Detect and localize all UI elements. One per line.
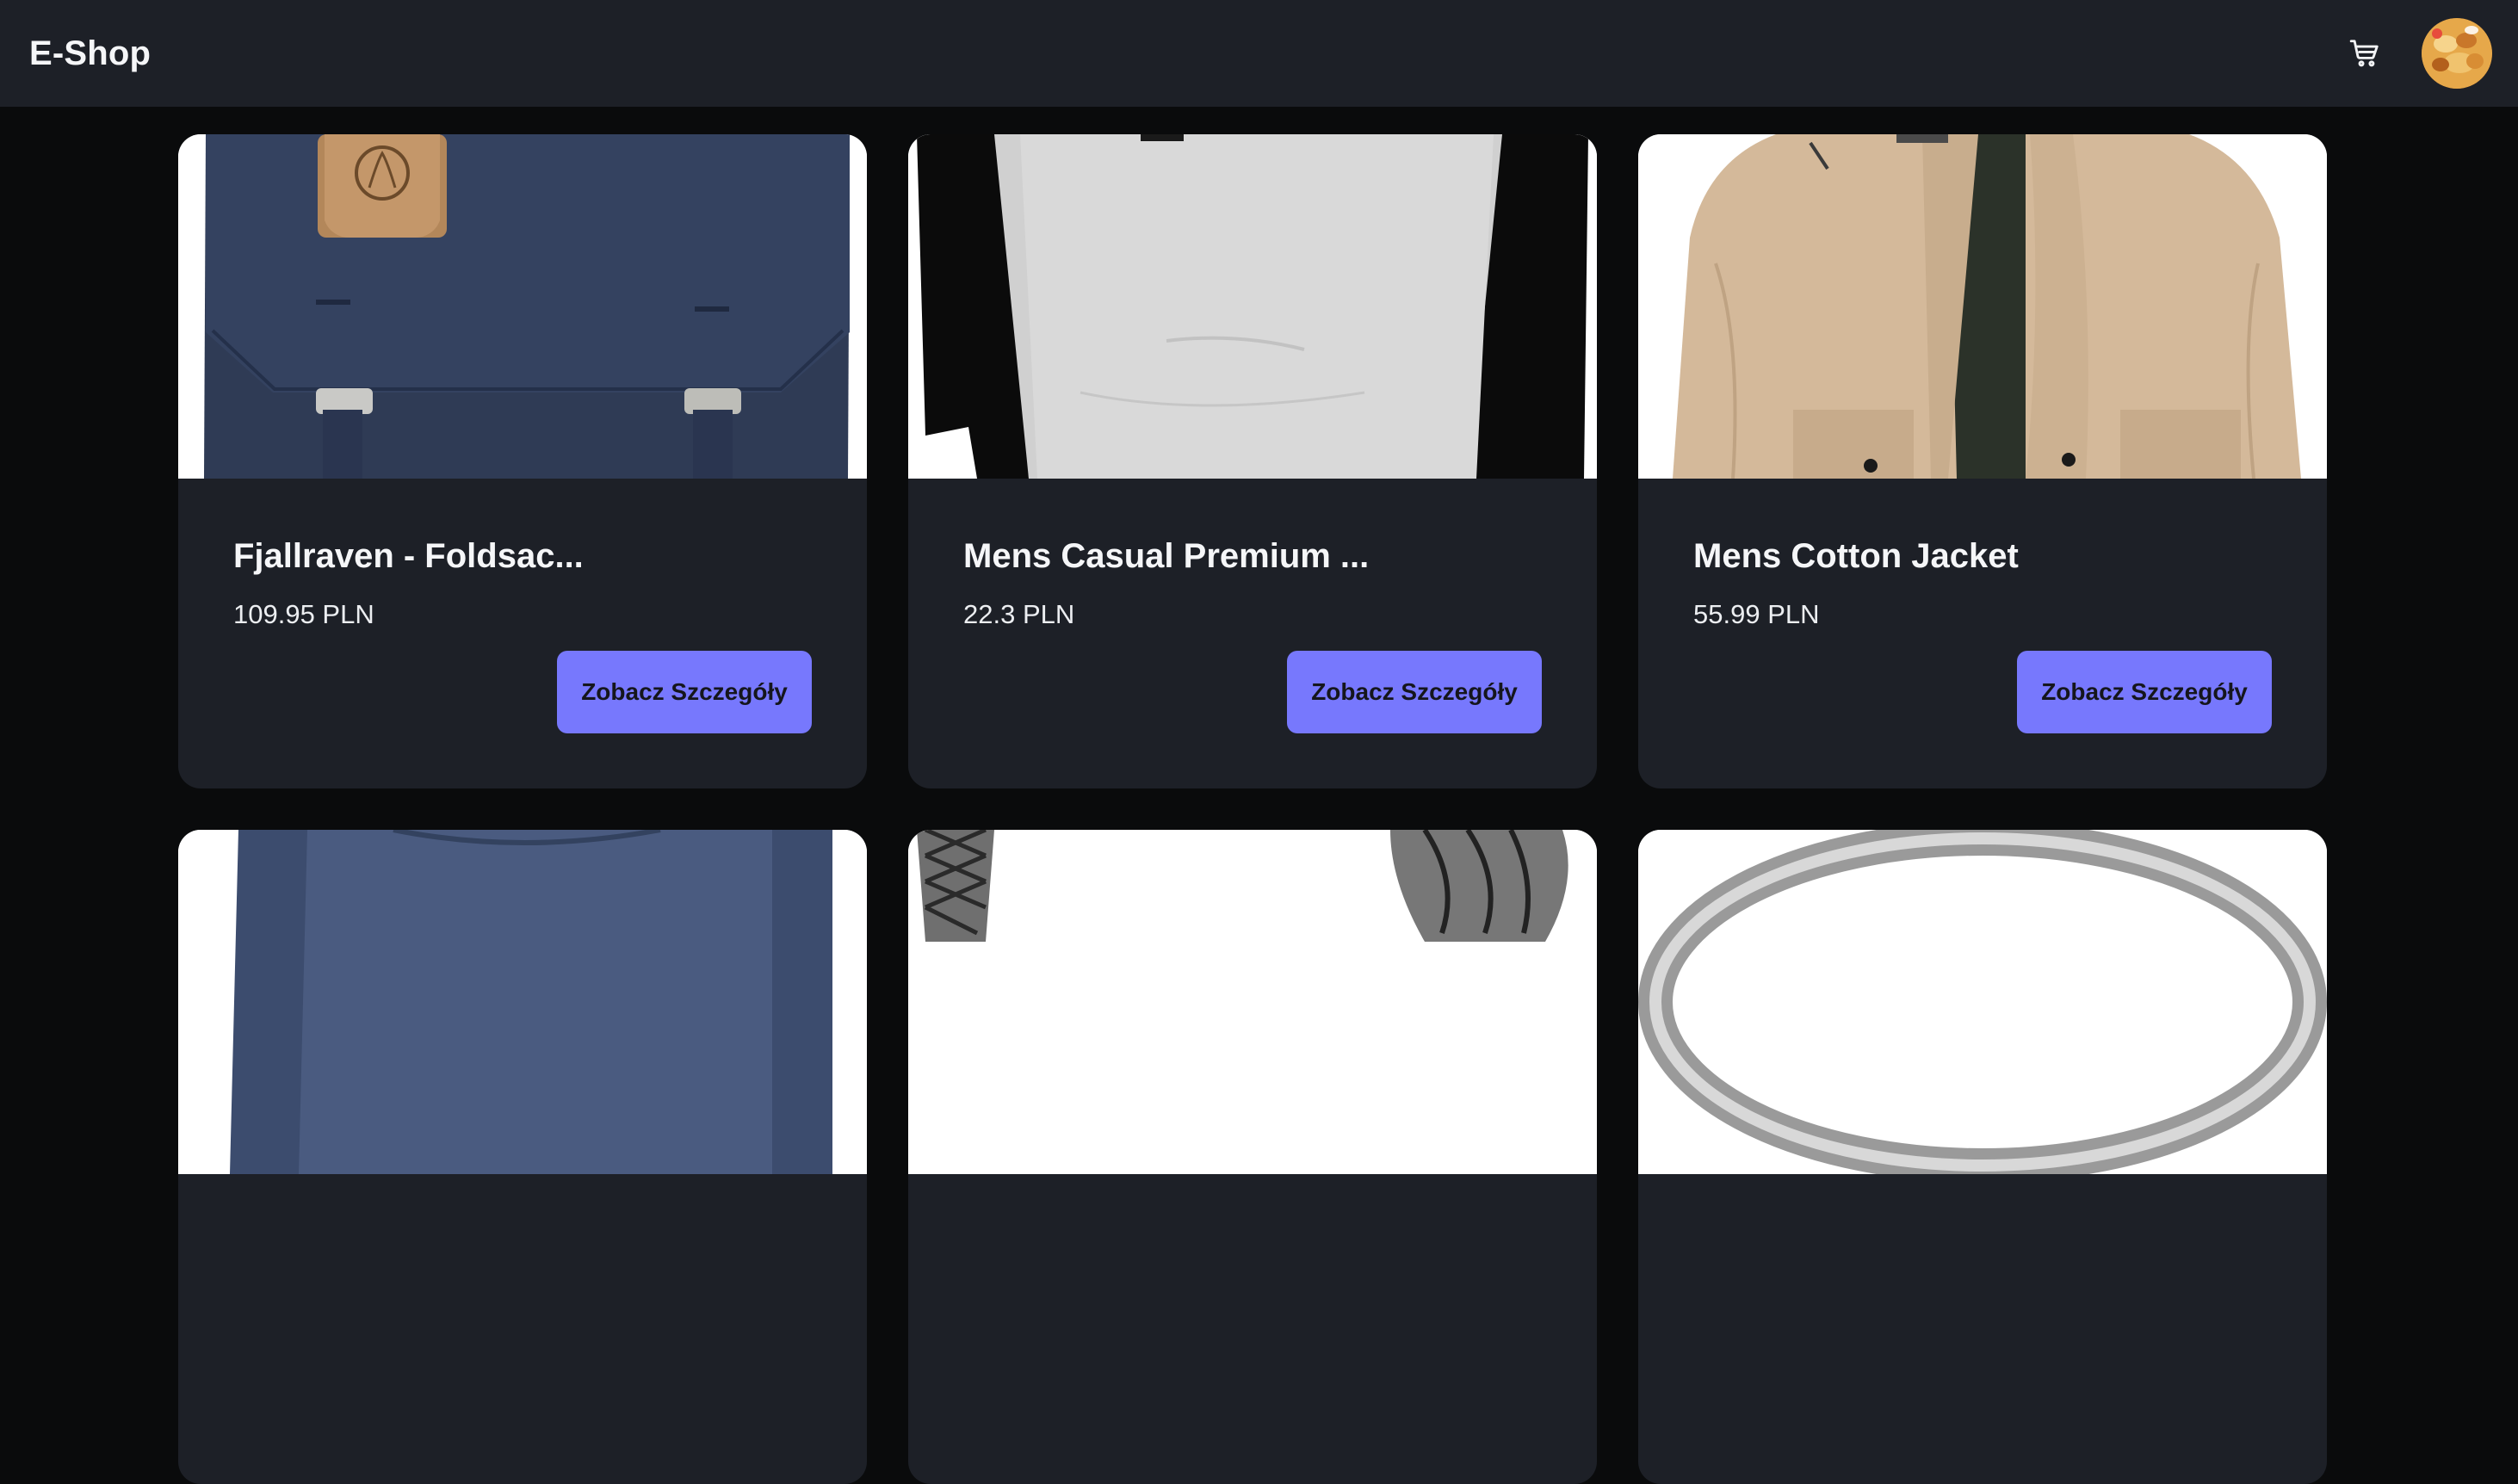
cart-icon [2349, 40, 2379, 67]
avatar-image [2422, 18, 2492, 89]
nav-actions [2341, 18, 2492, 89]
product-grid: Fjallraven - Foldsac... 109.95 PLN Zobac… [178, 134, 2328, 1484]
product-image[interactable] [908, 134, 1597, 479]
product-card: Mens Casual Premium ... 22.3 PLN Zobacz … [908, 134, 1597, 788]
product-title[interactable]: Mens Cotton Jacket [1693, 537, 2019, 576]
product-title[interactable]: Mens Casual Premium ... [963, 537, 1369, 576]
product-image[interactable] [1638, 134, 2327, 479]
product-title[interactable]: Fjallraven - Foldsac... [233, 537, 584, 576]
product-card-body: Fjallraven - Foldsac... 109.95 PLN Zobac… [178, 479, 867, 788]
backpack-image [178, 134, 867, 479]
product-card-body: Mens Cotton Jacket 55.99 PLN Zobacz Szcz… [1638, 479, 2327, 788]
product-image[interactable] [1638, 830, 2327, 1174]
product-card [908, 830, 1597, 1484]
top-navbar: E-Shop [0, 0, 2518, 107]
product-image[interactable] [908, 830, 1597, 1174]
chain-bracelet-image [908, 830, 1597, 1174]
view-details-button[interactable]: Zobacz Szczegóły [1287, 651, 1542, 733]
product-price: 22.3 PLN [963, 599, 1075, 629]
product-card: Mens Cotton Jacket 55.99 PLN Zobacz Szcz… [1638, 134, 2327, 788]
view-details-button[interactable]: Zobacz Szczegóły [2017, 651, 2272, 733]
product-card [1638, 830, 2327, 1484]
raglan-tshirt-image [908, 134, 1597, 479]
product-image[interactable] [178, 830, 867, 1174]
view-details-button[interactable]: Zobacz Szczegóły [557, 651, 812, 733]
product-image[interactable] [178, 134, 867, 479]
silver-ring-image [1638, 830, 2327, 1174]
jacket-image [1638, 134, 2327, 479]
product-card: Fjallraven - Foldsac... 109.95 PLN Zobac… [178, 134, 867, 788]
cart-button[interactable] [2341, 29, 2389, 77]
user-avatar[interactable] [2422, 18, 2492, 89]
blue-tshirt-image [178, 830, 867, 1174]
product-card [178, 830, 867, 1484]
product-card-body: Mens Casual Premium ... 22.3 PLN Zobacz … [908, 479, 1597, 788]
product-price: 109.95 PLN [233, 599, 374, 629]
product-price: 55.99 PLN [1693, 599, 1820, 629]
brand-logo[interactable]: E-Shop [29, 34, 151, 73]
